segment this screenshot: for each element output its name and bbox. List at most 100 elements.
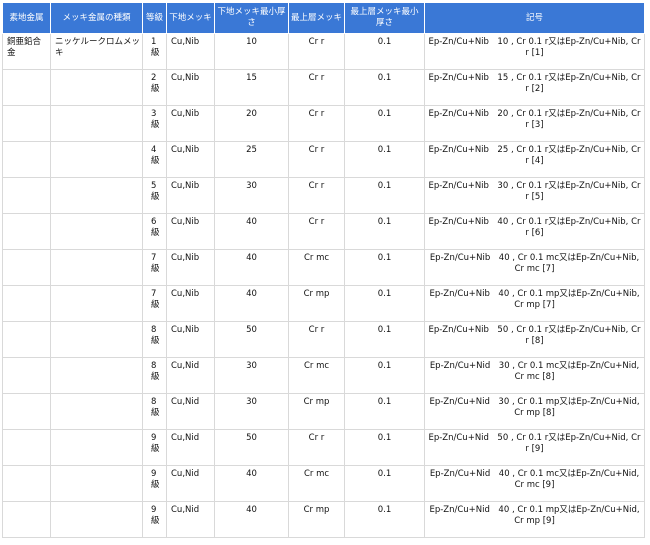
cell-code: Ep-Zn/Cu+Nib 50 , Cr 0.1 r又はEp-Zn/Cu+Nib… <box>424 321 645 358</box>
cell-plating-type <box>50 105 143 142</box>
cell-code: Ep-Zn/Cu+Nib 30 , Cr 0.1 r又はEp-Zn/Cu+Nib… <box>424 177 645 214</box>
cell-top-coat: Cr mc <box>288 249 345 286</box>
cell-top-coat-thickness: 0.1 <box>344 249 425 286</box>
table-row: 9級 Cu,Nid 40 Cr mp 0.1 Ep-Zn/Cu+Nid 40 , Cr 0… <box>2 501 645 538</box>
table-row: 8級 Cu,Nid 30 Cr mc 0.1 Ep-Zn/Cu+Nid 30 , Cr 0… <box>2 357 645 394</box>
header-row: 素地金属 メッキ金属の種類 等級 下地メッキ 下地メッキ最小厚さ 最上層メッキ … <box>2 2 645 34</box>
header-undercoat-min-thickness: 下地メッキ最小厚さ <box>214 2 289 34</box>
cell-undercoat: Cu,Nib <box>166 213 215 250</box>
cell-top-coat-thickness: 0.1 <box>344 393 425 430</box>
cell-code: Ep-Zn/Cu+Nid 40 , Cr 0.1 mp又はEp-Zn/Cu+Ni… <box>424 501 645 538</box>
cell-code: Ep-Zn/Cu+Nib 40 , Cr 0.1 mp又はEp-Zn/Cu+Ni… <box>424 285 645 322</box>
cell-plating-type <box>50 249 143 286</box>
cell-undercoat-thickness: 20 <box>214 105 289 142</box>
cell-undercoat: Cu,Nid <box>166 357 215 394</box>
cell-plating-type <box>50 285 143 322</box>
header-grade: 等級 <box>142 2 167 34</box>
cell-base-metal <box>2 285 51 322</box>
cell-undercoat: Cu,Nib <box>166 69 215 106</box>
cell-plating-type <box>50 213 143 250</box>
cell-top-coat-thickness: 0.1 <box>344 465 425 502</box>
cell-code: Ep-Zn/Cu+Nid 50 , Cr 0.1 r又はEp-Zn/Cu+Nid… <box>424 429 645 466</box>
cell-plating-type <box>50 141 143 178</box>
cell-undercoat-thickness: 15 <box>214 69 289 106</box>
cell-undercoat-thickness: 40 <box>214 213 289 250</box>
cell-base-metal: 銅亜鉛合金 <box>2 33 51 70</box>
cell-top-coat: Cr r <box>288 213 345 250</box>
cell-undercoat: Cu,Nib <box>166 33 215 70</box>
cell-grade: 3級 <box>142 105 167 142</box>
cell-base-metal <box>2 429 51 466</box>
cell-top-coat: Cr r <box>288 105 345 142</box>
cell-grade: 1級 <box>142 33 167 70</box>
cell-top-coat-thickness: 0.1 <box>344 285 425 322</box>
cell-base-metal <box>2 141 51 178</box>
cell-base-metal <box>2 465 51 502</box>
cell-grade: 6級 <box>142 213 167 250</box>
cell-grade: 4級 <box>142 141 167 178</box>
cell-undercoat-thickness: 50 <box>214 429 289 466</box>
cell-plating-type: ニッケルークロムメッキ <box>50 33 143 70</box>
cell-base-metal <box>2 69 51 106</box>
cell-grade: 7級 <box>142 249 167 286</box>
cell-plating-type <box>50 321 143 358</box>
cell-top-coat: Cr mp <box>288 393 345 430</box>
table-row: 6級 Cu,Nib 40 Cr r 0.1 Ep-Zn/Cu+Nib 40 , Cr 0.… <box>2 213 645 250</box>
cell-base-metal <box>2 321 51 358</box>
cell-undercoat-thickness: 50 <box>214 321 289 358</box>
cell-undercoat-thickness: 10 <box>214 33 289 70</box>
cell-undercoat: Cu,Nib <box>166 105 215 142</box>
cell-code: Ep-Zn/Cu+Nid 30 , Cr 0.1 mp又はEp-Zn/Cu+Ni… <box>424 393 645 430</box>
cell-undercoat-thickness: 30 <box>214 393 289 430</box>
table-row: 2級 Cu,Nib 15 Cr r 0.1 Ep-Zn/Cu+Nib 15 , Cr 0.… <box>2 69 645 106</box>
cell-top-coat: Cr r <box>288 33 345 70</box>
table-row: 9級 Cu,Nid 50 Cr r 0.1 Ep-Zn/Cu+Nid 50 , Cr 0.… <box>2 429 645 466</box>
header-plating-type: メッキ金属の種類 <box>50 2 143 34</box>
cell-grade: 8級 <box>142 393 167 430</box>
cell-grade: 8級 <box>142 357 167 394</box>
cell-base-metal <box>2 105 51 142</box>
table-row: 9級 Cu,Nid 40 Cr mc 0.1 Ep-Zn/Cu+Nid 40 , Cr 0… <box>2 465 645 502</box>
cell-base-metal <box>2 357 51 394</box>
table-row: 4級 Cu,Nib 25 Cr r 0.1 Ep-Zn/Cu+Nib 25 , Cr 0.… <box>2 141 645 178</box>
cell-top-coat: Cr r <box>288 429 345 466</box>
cell-undercoat: Cu,Nid <box>166 501 215 538</box>
cell-grade: 9級 <box>142 429 167 466</box>
cell-undercoat: Cu,Nid <box>166 465 215 502</box>
cell-grade: 5級 <box>142 177 167 214</box>
cell-grade: 2級 <box>142 69 167 106</box>
cell-plating-type <box>50 69 143 106</box>
table-row: 銅亜鉛合金 ニッケルークロムメッキ 1級 Cu,Nib 10 Cr r 0.1 Ep-Zn/C… <box>2 33 645 70</box>
cell-top-coat: Cr r <box>288 321 345 358</box>
header-code: 記号 <box>424 2 645 34</box>
cell-plating-type <box>50 501 143 538</box>
cell-top-coat-thickness: 0.1 <box>344 213 425 250</box>
cell-top-coat: Cr r <box>288 69 345 106</box>
cell-code: Ep-Zn/Cu+Nib 40 , Cr 0.1 mc又はEp-Zn/Cu+Ni… <box>424 249 645 286</box>
cell-top-coat-thickness: 0.1 <box>344 105 425 142</box>
cell-top-coat: Cr mp <box>288 285 345 322</box>
table-row: 8級 Cu,Nib 50 Cr r 0.1 Ep-Zn/Cu+Nib 50 , Cr 0.… <box>2 321 645 358</box>
header-base-metal: 素地金属 <box>2 2 51 34</box>
table-row: 7級 Cu,Nib 40 Cr mp 0.1 Ep-Zn/Cu+Nib 40 , Cr 0… <box>2 285 645 322</box>
cell-top-coat: Cr r <box>288 141 345 178</box>
cell-code: Ep-Zn/Cu+Nib 25 , Cr 0.1 r又はEp-Zn/Cu+Nib… <box>424 141 645 178</box>
cell-undercoat-thickness: 25 <box>214 141 289 178</box>
cell-undercoat-thickness: 40 <box>214 465 289 502</box>
cell-undercoat-thickness: 40 <box>214 285 289 322</box>
table-row: 7級 Cu,Nib 40 Cr mc 0.1 Ep-Zn/Cu+Nib 40 , Cr 0… <box>2 249 645 286</box>
cell-base-metal <box>2 393 51 430</box>
cell-top-coat: Cr r <box>288 177 345 214</box>
cell-code: Ep-Zn/Cu+Nib 15 , Cr 0.1 r又はEp-Zn/Cu+Nib… <box>424 69 645 106</box>
cell-code: Ep-Zn/Cu+Nib 10 , Cr 0.1 r又はEp-Zn/Cu+Nib… <box>424 33 645 70</box>
cell-top-coat: Cr mc <box>288 357 345 394</box>
cell-undercoat: Cu,Nib <box>166 321 215 358</box>
cell-undercoat: Cu,Nib <box>166 177 215 214</box>
cell-plating-type <box>50 429 143 466</box>
cell-plating-type <box>50 357 143 394</box>
cell-grade: 8級 <box>142 321 167 358</box>
cell-grade: 9級 <box>142 465 167 502</box>
table-row: 8級 Cu,Nid 30 Cr mp 0.1 Ep-Zn/Cu+Nid 30 , Cr 0… <box>2 393 645 430</box>
plating-spec-table: 素地金属 メッキ金属の種類 等級 下地メッキ 下地メッキ最小厚さ 最上層メッキ … <box>2 2 645 538</box>
cell-top-coat-thickness: 0.1 <box>344 33 425 70</box>
